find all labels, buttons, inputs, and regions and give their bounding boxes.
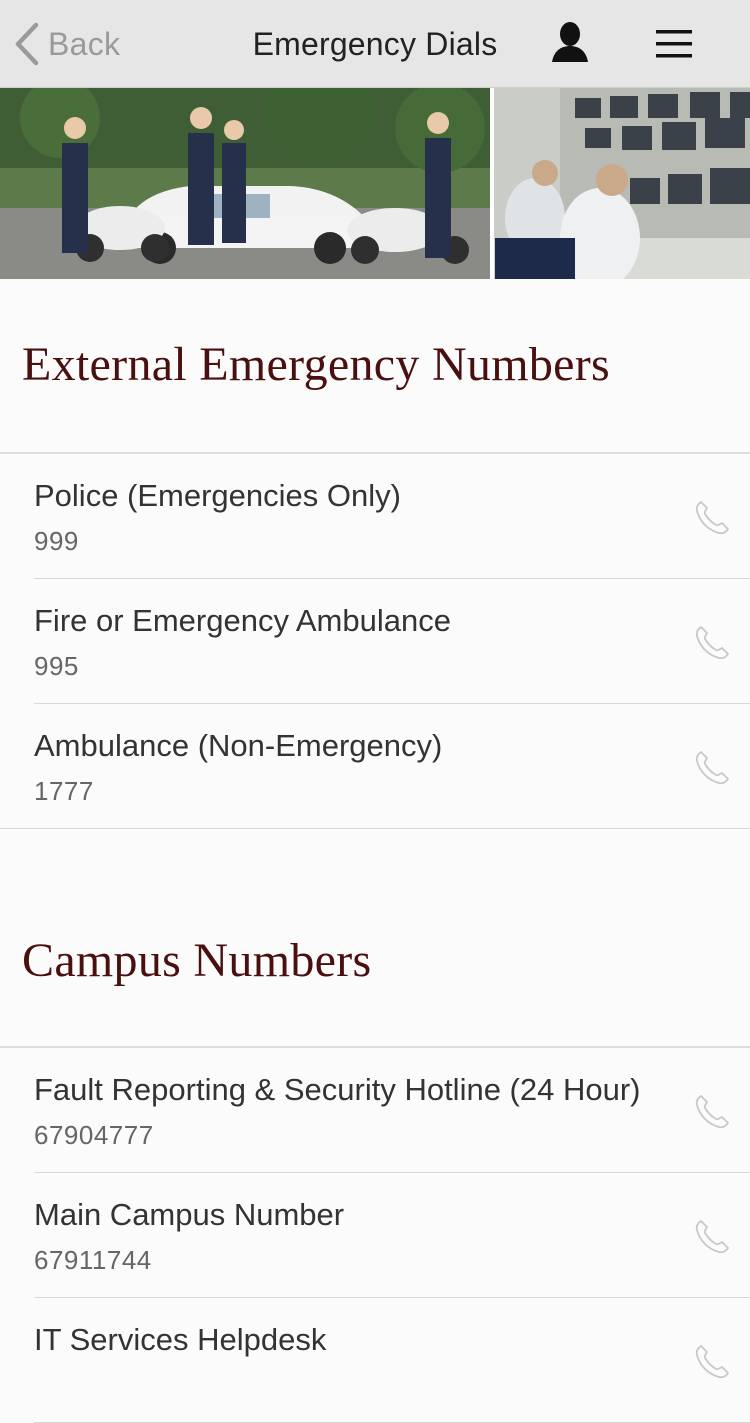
back-button[interactable]: Back	[14, 20, 120, 68]
list-item-title: Fault Reporting & Security Hotline (24 H…	[34, 1072, 641, 1107]
page-title: Emergency Dials	[252, 26, 498, 62]
campus-section-heading: Campus Numbers	[22, 934, 372, 987]
list-item[interactable]: Main Campus Number 67911744	[0, 1173, 750, 1298]
list-item-title: Ambulance (Non-Emergency)	[34, 728, 443, 763]
phone-icon[interactable]	[692, 623, 732, 663]
list-item-title: Fire or Emergency Ambulance	[34, 603, 451, 638]
back-label: Back	[48, 25, 121, 62]
list-item-number: 999	[34, 526, 79, 556]
list-item[interactable]: IT Services Helpdesk	[0, 1298, 750, 1423]
phone-icon[interactable]	[692, 1092, 732, 1132]
list-item-title: IT Services Helpdesk	[34, 1322, 327, 1357]
campus-security-photo	[0, 88, 750, 279]
phone-icon[interactable]	[692, 1342, 732, 1382]
external-numbers-list: Police (Emergencies Only) 999 Fire or Em…	[0, 454, 750, 829]
external-section-header: External Emergency Numbers	[0, 279, 750, 454]
list-item-number: 67904777	[34, 1120, 154, 1150]
list-item[interactable]: Police (Emergencies Only) 999	[0, 454, 750, 579]
list-item[interactable]: Fire or Emergency Ambulance 995	[0, 579, 750, 704]
header-banner-image	[0, 88, 750, 279]
navigation-bar: Back Emergency Dials	[0, 0, 750, 88]
user-icon	[552, 22, 588, 62]
phone-icon[interactable]	[692, 1217, 732, 1257]
list-item-number: 995	[34, 651, 79, 681]
menu-button[interactable]	[652, 24, 696, 64]
phone-icon[interactable]	[692, 748, 732, 788]
list-item[interactable]: Fault Reporting & Security Hotline (24 H…	[0, 1048, 750, 1173]
campus-section-header: Campus Numbers	[0, 829, 750, 1048]
hamburger-menu-icon	[656, 30, 692, 58]
profile-button[interactable]	[548, 20, 592, 68]
list-item-number: 1777	[34, 776, 94, 806]
external-section-heading: External Emergency Numbers	[22, 338, 611, 391]
phone-icon[interactable]	[692, 498, 732, 538]
campus-numbers-list: Fault Reporting & Security Hotline (24 H…	[0, 1048, 750, 1423]
list-item[interactable]: Ambulance (Non-Emergency) 1777	[0, 704, 750, 829]
list-item-number: 67911744	[34, 1245, 152, 1275]
chevron-left-icon	[15, 22, 39, 66]
list-item-title: Main Campus Number	[34, 1197, 345, 1232]
list-item-title: Police (Emergencies Only)	[34, 478, 401, 513]
